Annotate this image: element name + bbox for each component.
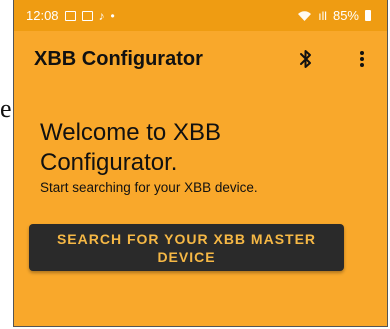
status-bar-left: 12:08 ♪ • [26, 8, 115, 23]
status-bar-right: ıll 85% [297, 8, 371, 23]
status-bar: 12:08 ♪ • ıll 85% [14, 0, 387, 31]
main-content: Welcome to XBB Configurator. Start searc… [14, 87, 387, 195]
signal-icon: ıll [318, 8, 327, 23]
app-bar: XBB Configurator [14, 31, 387, 87]
screenshot-page: e 12:08 ♪ • ıll 85% XBB Configurator Wel… [0, 0, 390, 329]
more-vert-icon [360, 51, 364, 67]
welcome-heading: Welcome to XBB Configurator. [40, 119, 221, 176]
app-title: XBB Configurator [34, 47, 203, 70]
phone-screen: 12:08 ♪ • ıll 85% XBB Configurator Welco… [13, 0, 388, 327]
welcome-subtitle: Start searching for your XBB device. [40, 180, 258, 195]
search-device-button[interactable]: SEARCH FOR YOUR XBB MASTER DEVICE [29, 224, 344, 271]
calendar-icon [81, 10, 93, 21]
wifi-icon [298, 10, 312, 21]
cropped-text-fragment: e [0, 96, 12, 122]
overflow-menu-button[interactable] [348, 45, 376, 73]
battery-percent: 85% [332, 8, 359, 23]
dot-icon: • [110, 8, 115, 23]
tiktok-icon: ♪ [98, 8, 105, 23]
bluetooth-icon [300, 50, 311, 68]
status-time: 12:08 [26, 8, 59, 23]
battery-icon [365, 10, 371, 21]
image-icon [64, 10, 76, 21]
bluetooth-button[interactable] [292, 45, 320, 73]
